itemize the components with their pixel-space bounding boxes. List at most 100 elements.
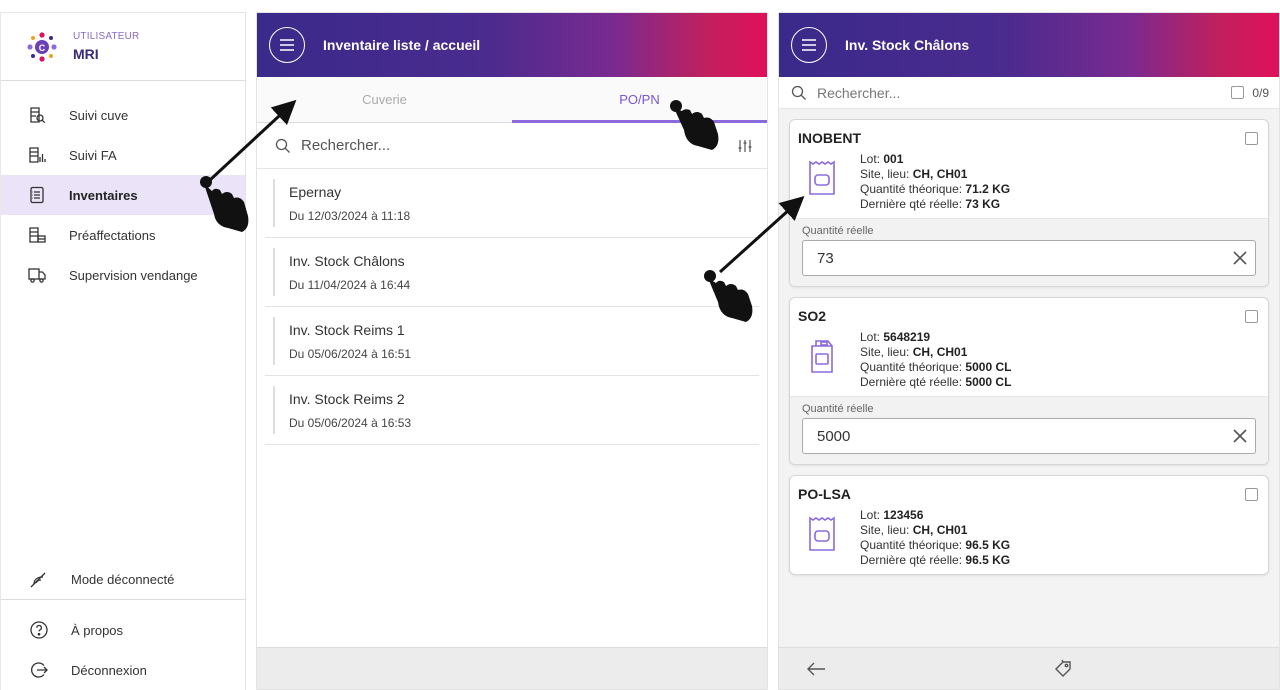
inventory-list-panel: Inventaire liste / accueil Cuverie PO/PN… [256, 12, 768, 690]
qty-real-value: 5000 [817, 427, 851, 445]
logout-link[interactable]: Déconnexion [1, 650, 245, 690]
tank-chart-icon [29, 147, 46, 163]
product-card: PO-LSA Lot: 123456 Site, lieu: CH, CH01 … [789, 475, 1269, 575]
select-all-checkbox[interactable] [1231, 86, 1245, 99]
panel-footer [257, 647, 767, 689]
menu-button[interactable] [791, 27, 827, 63]
tank-assign-icon [29, 227, 46, 243]
lot-label: Lot: [860, 508, 881, 522]
qty-theo-label: Quantité théorique: [860, 360, 963, 374]
inventory-list: Epernay Du 12/03/2024 à 11:18 Inv. Stock… [257, 169, 767, 445]
qty-theo-value: 5000 CL [965, 360, 1012, 374]
site-label: Site, lieu: [860, 167, 910, 181]
site-value: CH, CH01 [912, 167, 968, 181]
qty-theo-value: 96.5 KG [965, 538, 1011, 552]
svg-text:C: C [39, 43, 46, 53]
hamburger-icon [802, 39, 816, 51]
list-item-title: Inv. Stock Reims 2 [289, 390, 405, 407]
list-item-date: Du 05/06/2024 à 16:53 [289, 415, 412, 430]
search-input[interactable]: Rechercher... [301, 137, 737, 154]
list-item[interactable]: Inv. Stock Reims 1 Du 05/06/2024 à 16:51 [265, 307, 759, 376]
list-item[interactable]: Epernay Du 12/03/2024 à 11:18 [265, 169, 759, 238]
lot-label: Lot: [860, 330, 881, 344]
search-icon [275, 138, 290, 153]
truck-icon [28, 268, 46, 283]
app-logo-icon: C [27, 31, 57, 62]
tab-po-pn[interactable]: PO/PN [512, 77, 767, 123]
lot-label: Lot: [860, 152, 881, 166]
product-checkbox[interactable] [1245, 309, 1258, 323]
list-item-title: Inv. Stock Châlons [289, 252, 405, 269]
qty-real-input[interactable]: 73 [802, 240, 1256, 276]
logout-label: Déconnexion [71, 662, 147, 678]
user-name: MRI [73, 46, 99, 62]
sidebar-nav: Suivi cuve Suivi FA Inventaires Préaffec… [1, 81, 245, 295]
offline-label: Mode déconnecté [71, 572, 175, 587]
help-circle-icon [30, 621, 48, 639]
last-qty-value: 5000 CL [965, 375, 1012, 389]
offline-mode-toggle[interactable]: Mode déconnecté [1, 560, 245, 600]
product-name: PO-LSA [798, 486, 851, 502]
qty-real-value: 73 [817, 249, 834, 267]
sidebar-item-label: Préaffectations [69, 227, 156, 243]
tab-cuverie[interactable]: Cuverie [257, 77, 512, 122]
lot-value: 001 [883, 152, 904, 166]
qty-real-label: Quantité réelle [802, 225, 874, 237]
product-card: SO2 Lot: 5648219 Site, lieu: CH, CH01 Qu… [789, 297, 1269, 465]
sidebar-bottom: Mode déconnecté À propos Déconnexion [1, 560, 245, 690]
site-label: Site, lieu: [860, 345, 910, 359]
panel-footer [779, 647, 1279, 689]
sidebar-item-suivi-cuve[interactable]: Suivi cuve [1, 95, 245, 135]
tabs: Cuverie PO/PN [257, 77, 767, 123]
last-qty-value: 96.5 KG [965, 553, 1011, 567]
panel-header: Inv. Stock Châlons [779, 13, 1279, 77]
back-arrow-icon[interactable] [805, 661, 827, 677]
site-value: CH, CH01 [912, 523, 968, 537]
qty-real-section: Quantité réelle 5000 [790, 396, 1268, 464]
jerrycan-icon [811, 340, 833, 373]
list-item[interactable]: Inv. Stock Reims 2 Du 05/06/2024 à 16:53 [265, 376, 759, 445]
about-label: À propos [71, 622, 124, 638]
sidebar-item-inventaires[interactable]: Inventaires [1, 175, 245, 215]
list-item-title: Epernay [289, 183, 342, 200]
sidebar-item-label: Supervision vendange [69, 267, 198, 283]
clear-icon[interactable] [1231, 249, 1249, 267]
sidebar-item-supervision-vendange[interactable]: Supervision vendange [1, 255, 245, 295]
search-bar: Rechercher... [257, 123, 767, 169]
qty-real-input[interactable]: 5000 [802, 418, 1256, 454]
sidebar: C UTILISATEUR MRI Suivi cuve Suivi FA In… [0, 12, 246, 690]
qty-real-label: Quantité réelle [802, 403, 874, 415]
inventory-detail-panel: Inv. Stock Châlons Rechercher... 0/9 INO… [778, 12, 1280, 690]
last-qty-label: Dernière qté réelle: [860, 197, 963, 211]
qty-theo-label: Quantité théorique: [860, 182, 963, 196]
offline-icon [30, 572, 46, 587]
qty-theo-label: Quantité théorique: [860, 538, 963, 552]
about-link[interactable]: À propos [1, 610, 245, 650]
search-input[interactable]: Rechercher... [817, 85, 1231, 101]
list-item[interactable]: Inv. Stock Châlons Du 11/04/2024 à 16:44 [265, 238, 759, 307]
product-checkbox[interactable] [1245, 131, 1258, 145]
sidebar-item-label: Inventaires [69, 187, 138, 203]
product-card: INOBENT Lot: 001 Site, lieu: CH, CH01 Qu… [789, 119, 1269, 287]
sidebar-item-preaffectations[interactable]: Préaffectations [1, 215, 245, 255]
product-name: INOBENT [798, 130, 861, 146]
qty-theo-value: 71.2 KG [965, 182, 1011, 196]
sidebar-item-label: Suivi cuve [69, 107, 129, 123]
last-qty-label: Dernière qté réelle: [860, 553, 963, 567]
menu-button[interactable] [269, 27, 305, 63]
bag-icon [809, 516, 835, 551]
tag-icon[interactable] [1053, 659, 1073, 679]
hamburger-icon [280, 39, 294, 51]
clear-icon[interactable] [1231, 427, 1249, 445]
page-title: Inv. Stock Châlons [845, 37, 970, 53]
logout-icon [30, 662, 48, 678]
search-icon [791, 85, 806, 100]
page-title: Inventaire liste / accueil [323, 37, 481, 53]
filter-sliders-icon[interactable] [737, 138, 753, 154]
sidebar-item-suivi-fa[interactable]: Suivi FA [1, 135, 245, 175]
list-item-date: Du 05/06/2024 à 16:51 [289, 346, 412, 361]
qty-real-section: Quantité réelle 73 [790, 218, 1268, 286]
list-item-date: Du 12/03/2024 à 11:18 [289, 208, 411, 223]
tank-search-icon [30, 107, 46, 124]
product-checkbox[interactable] [1245, 487, 1258, 501]
